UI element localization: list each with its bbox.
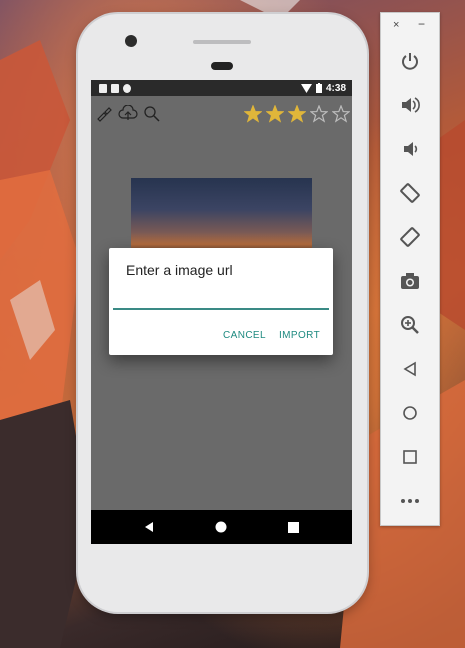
star-empty-icon[interactable] (332, 105, 350, 123)
close-icon[interactable]: × (393, 19, 399, 31)
phone-frame: 4:38 Enter a image url CANCEL IMPORT (78, 14, 367, 612)
volume-down-icon[interactable] (396, 135, 424, 163)
more-icon[interactable] (396, 487, 424, 515)
earpiece (211, 62, 233, 70)
device-screen: 4:38 Enter a image url CANCEL IMPORT (91, 80, 352, 544)
sd-card-icon (111, 83, 119, 93)
sunset-image (131, 178, 312, 256)
star-empty-icon[interactable] (310, 105, 328, 123)
recents-icon[interactable] (273, 510, 313, 544)
image-url-dialog: Enter a image url CANCEL IMPORT (109, 248, 333, 355)
wifi-icon (300, 83, 312, 93)
emulator-control-panel: × − (380, 12, 440, 526)
speaker-grille (193, 40, 251, 44)
cloud-upload-icon[interactable] (117, 104, 139, 124)
rating-stars[interactable] (244, 105, 350, 123)
star-filled-icon[interactable] (266, 105, 284, 123)
overview-icon[interactable] (396, 443, 424, 471)
navigation-bar (91, 510, 352, 544)
status-time: 4:38 (325, 82, 346, 94)
rotate-left-icon[interactable] (396, 179, 424, 207)
star-filled-icon[interactable] (288, 105, 306, 123)
power-icon[interactable] (396, 47, 424, 75)
camera-icon[interactable] (396, 267, 424, 295)
cancel-button[interactable]: CANCEL (219, 328, 270, 343)
zoom-icon[interactable] (396, 311, 424, 339)
battery-icon (315, 83, 322, 93)
back-icon[interactable] (129, 510, 169, 544)
status-bar: 4:38 (91, 80, 352, 96)
notification-a-icon (99, 83, 107, 93)
minimize-icon[interactable]: − (418, 17, 425, 31)
image-url-input[interactable] (113, 300, 329, 310)
volume-up-icon[interactable] (396, 91, 424, 119)
circle-notification-icon (123, 83, 131, 93)
front-camera (125, 35, 137, 47)
paint-brush-icon[interactable] (93, 104, 115, 124)
app-toolbar (91, 102, 352, 126)
home-icon[interactable] (201, 510, 241, 544)
dialog-title: Enter a image url (126, 262, 233, 278)
import-button[interactable]: IMPORT (275, 328, 324, 343)
star-filled-icon[interactable] (244, 105, 262, 123)
search-icon[interactable] (141, 104, 163, 124)
home-icon[interactable] (396, 399, 424, 427)
rotate-right-icon[interactable] (396, 223, 424, 251)
back-icon[interactable] (396, 355, 424, 383)
